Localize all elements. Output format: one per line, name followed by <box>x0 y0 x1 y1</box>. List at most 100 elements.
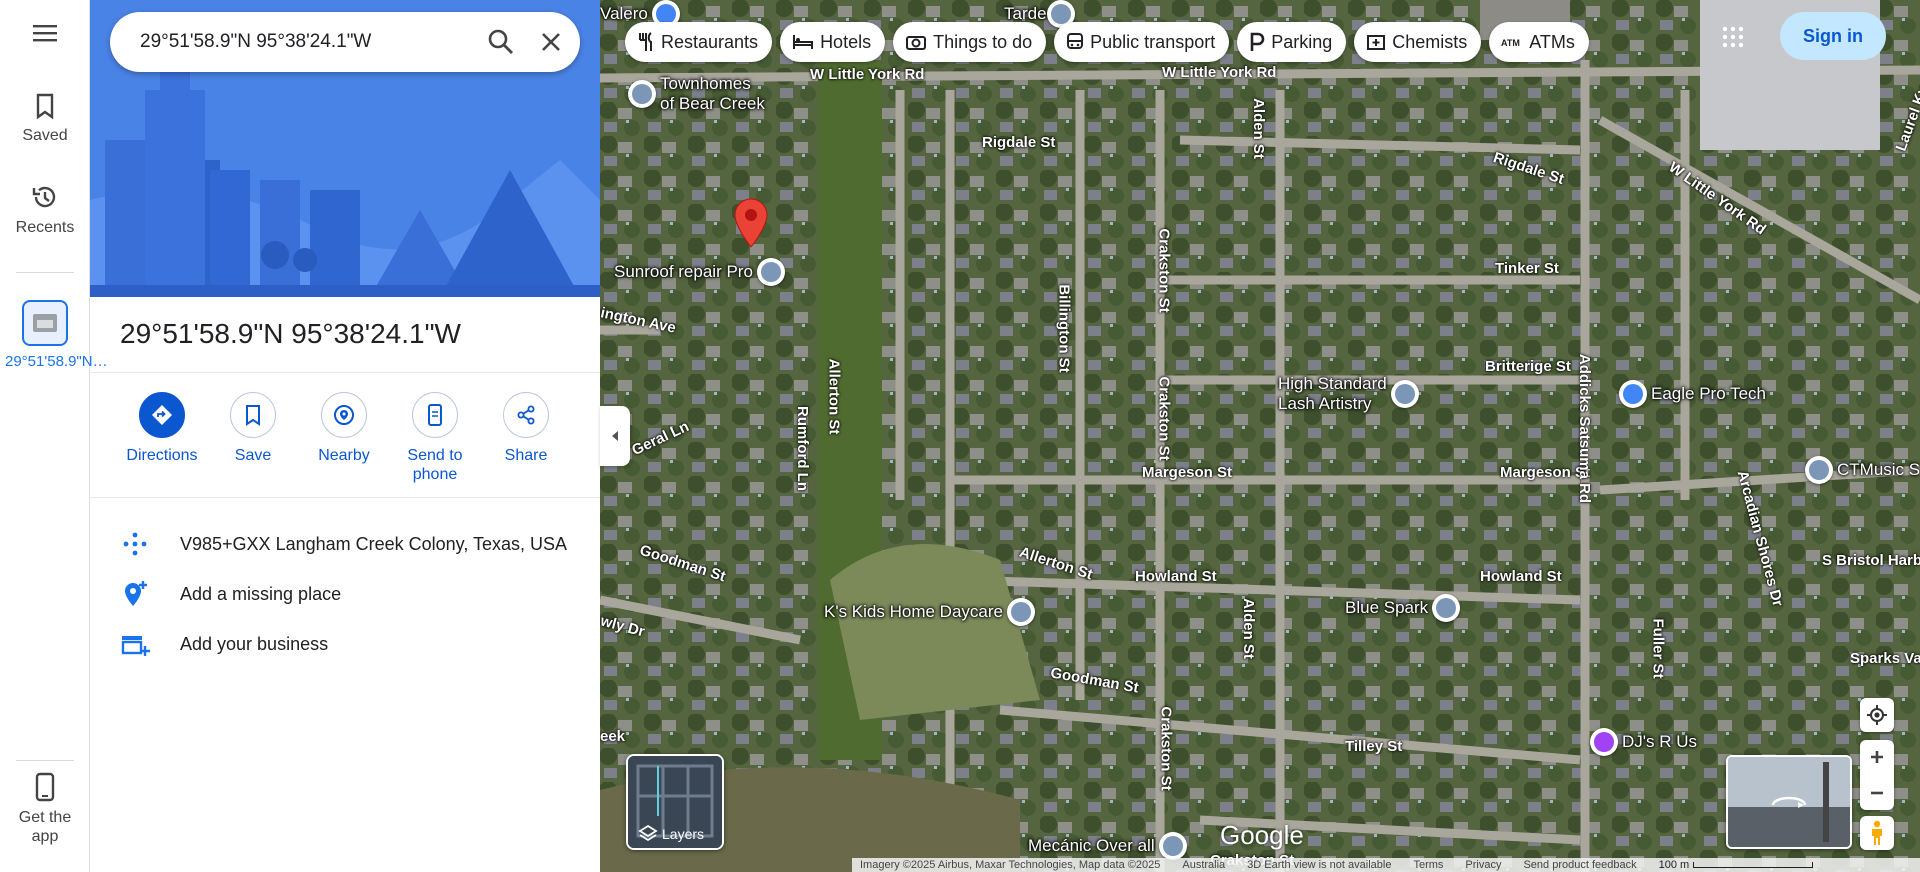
poi-mecanic[interactable]: Mecánic Over all <box>1028 832 1187 860</box>
satellite-map[interactable]: W Little York Rd W Little York Rd Rigdal… <box>600 0 1920 872</box>
my-location-button[interactable] <box>1860 698 1894 732</box>
search-icon <box>488 29 513 54</box>
chip-label: Chemists <box>1392 31 1468 52</box>
poi-townhomes[interactable]: Townhomes of Bear Creek <box>628 74 765 114</box>
camera-icon <box>906 36 927 50</box>
street-label: Rumford Ln <box>793 406 811 491</box>
get-app-button[interactable]: Get the app <box>0 772 90 846</box>
search-button[interactable] <box>485 26 517 58</box>
map-footer: Imagery ©2025 Airbus, Maxar Technologies… <box>852 858 1920 872</box>
apps-grid-icon[interactable] <box>1722 26 1744 48</box>
directions-label: Directions <box>126 447 198 464</box>
nearby-button[interactable]: Nearby <box>299 392 389 465</box>
street-label: Rigdale St <box>982 134 1056 151</box>
minus-icon <box>1871 791 1883 795</box>
saved-button[interactable]: Saved <box>0 92 90 145</box>
street-label: Fuller St <box>1649 618 1667 679</box>
poi-label: Mecánic Over all <box>1028 836 1155 855</box>
add-missing-place-row[interactable]: Add a missing place <box>90 571 600 617</box>
poi-ctmusic[interactable]: CTMusic S <box>1805 456 1920 484</box>
street-label: Tilley St <box>1345 738 1403 755</box>
poi-kids-daycare[interactable]: K's Kids Home Daycare <box>824 598 1035 626</box>
chip-hotels[interactable]: Hotels <box>780 22 886 62</box>
poi-blue-spark[interactable]: Blue Spark <box>1345 594 1461 622</box>
music-icon <box>1590 728 1618 756</box>
plus-code-text: V985+GXX Langham Creek Colony, Texas, US… <box>180 533 568 554</box>
street-label: Britterige St <box>1485 358 1571 375</box>
street-label: Margeson St <box>1142 464 1233 481</box>
imagery-attribution: Imagery ©2025 Airbus, Maxar Technologies… <box>860 859 1161 871</box>
sign-in-button[interactable]: Sign in <box>1780 12 1886 60</box>
divider <box>90 497 600 498</box>
poi-eagle-pro-tech[interactable]: Eagle Pro Tech <box>1619 380 1766 408</box>
add-business-icon <box>121 636 150 656</box>
poi-lash-artistry[interactable]: High Standard Lash Artistry <box>1278 374 1419 414</box>
rail-divider-bottom <box>16 760 74 761</box>
search-box <box>110 12 580 72</box>
location-marker-icon[interactable] <box>734 198 768 248</box>
svg-text:ATM: ATM <box>1501 38 1520 48</box>
nearby-label: Nearby <box>318 447 370 464</box>
poi-sunroof-repair[interactable]: Sunroof repair Pro <box>614 258 785 286</box>
street-label: Crakston St <box>1155 376 1173 461</box>
terms-link[interactable]: Terms <box>1413 859 1443 871</box>
atm-icon: ATM <box>1501 38 1520 48</box>
chip-parking[interactable]: Parking <box>1237 22 1347 62</box>
pegman-button[interactable] <box>1860 816 1894 850</box>
street-label: Alden St <box>1249 98 1267 159</box>
layers-button[interactable]: Layers <box>626 754 724 850</box>
poi-label: Sunroof repair Pro <box>614 262 753 281</box>
poi-label: Tarde <box>1004 4 1047 23</box>
poi-djs-r-us[interactable]: DJ's R Us <box>1590 728 1697 756</box>
recents-button[interactable]: Recents <box>0 182 90 237</box>
recent-place-label: 29°51'58.9"N… <box>5 353 108 370</box>
feedback-link[interactable]: Send product feedback <box>1523 859 1636 871</box>
add-business-row[interactable]: Add your business <box>90 621 600 667</box>
collapse-panel-button[interactable] <box>600 406 630 466</box>
bookmark-icon <box>36 93 54 120</box>
zoom-in-button[interactable] <box>1860 740 1894 774</box>
daycare-icon <box>1006 598 1035 626</box>
chip-label: Hotels <box>820 31 872 52</box>
zoom-out-button[interactable] <box>1860 776 1894 810</box>
poi-label: Townhomes of Bear Creek <box>660 74 765 113</box>
directions-button[interactable]: Directions <box>117 392 207 465</box>
place-title: 29°51'58.9"N 95°38'24.1"W <box>120 318 461 349</box>
poi-label: DJ's R Us <box>1622 732 1698 751</box>
chip-atms[interactable]: ATM ATMs <box>1489 22 1589 62</box>
clear-search-button[interactable] <box>535 26 567 58</box>
menu-button[interactable] <box>0 22 90 44</box>
street-label: W Little York Rd <box>1162 64 1277 81</box>
chip-public-transport[interactable]: Public transport <box>1054 22 1230 62</box>
street-view-thumbnail[interactable] <box>1726 755 1852 849</box>
scale-bar[interactable]: 100 m <box>1659 859 1814 871</box>
chip-things-to-do[interactable]: Things to do <box>893 22 1047 62</box>
poi-label: High Standard Lash Artistry <box>1278 374 1387 413</box>
save-button[interactable]: Save <box>208 392 298 465</box>
layers-label: Layers <box>662 826 705 842</box>
chip-restaurants[interactable]: Restaurants <box>625 22 773 62</box>
privacy-link[interactable]: Privacy <box>1465 859 1501 871</box>
save-circle <box>230 392 276 438</box>
phone-icon <box>35 772 55 802</box>
nearby-circle <box>321 392 367 438</box>
plus-code-row[interactable]: V985+GXX Langham Creek Colony, Texas, US… <box>90 521 600 567</box>
recent-place-button[interactable]: 29°51'58.9"N… <box>0 300 108 371</box>
get-app-label: Get the app <box>18 809 72 845</box>
search-input[interactable] <box>140 12 460 72</box>
saved-label: Saved <box>22 127 68 144</box>
region-link[interactable]: Australia <box>1182 859 1225 871</box>
bookmark-icon <box>246 405 260 426</box>
plus-icon <box>1871 751 1883 763</box>
street-label: Crakston St <box>1155 228 1173 313</box>
send-to-phone-button[interactable]: Send to phone <box>390 392 480 484</box>
music-icon <box>1805 456 1833 484</box>
store-icon <box>1432 594 1461 622</box>
nearby-icon <box>334 405 354 425</box>
scale-bar-line <box>1693 862 1814 868</box>
share-icon <box>517 405 535 425</box>
poi-label: CTMusic S <box>1837 460 1920 479</box>
share-button[interactable]: Share <box>481 392 571 465</box>
chip-chemists[interactable]: Chemists <box>1354 22 1482 62</box>
add-location-icon <box>125 581 147 606</box>
